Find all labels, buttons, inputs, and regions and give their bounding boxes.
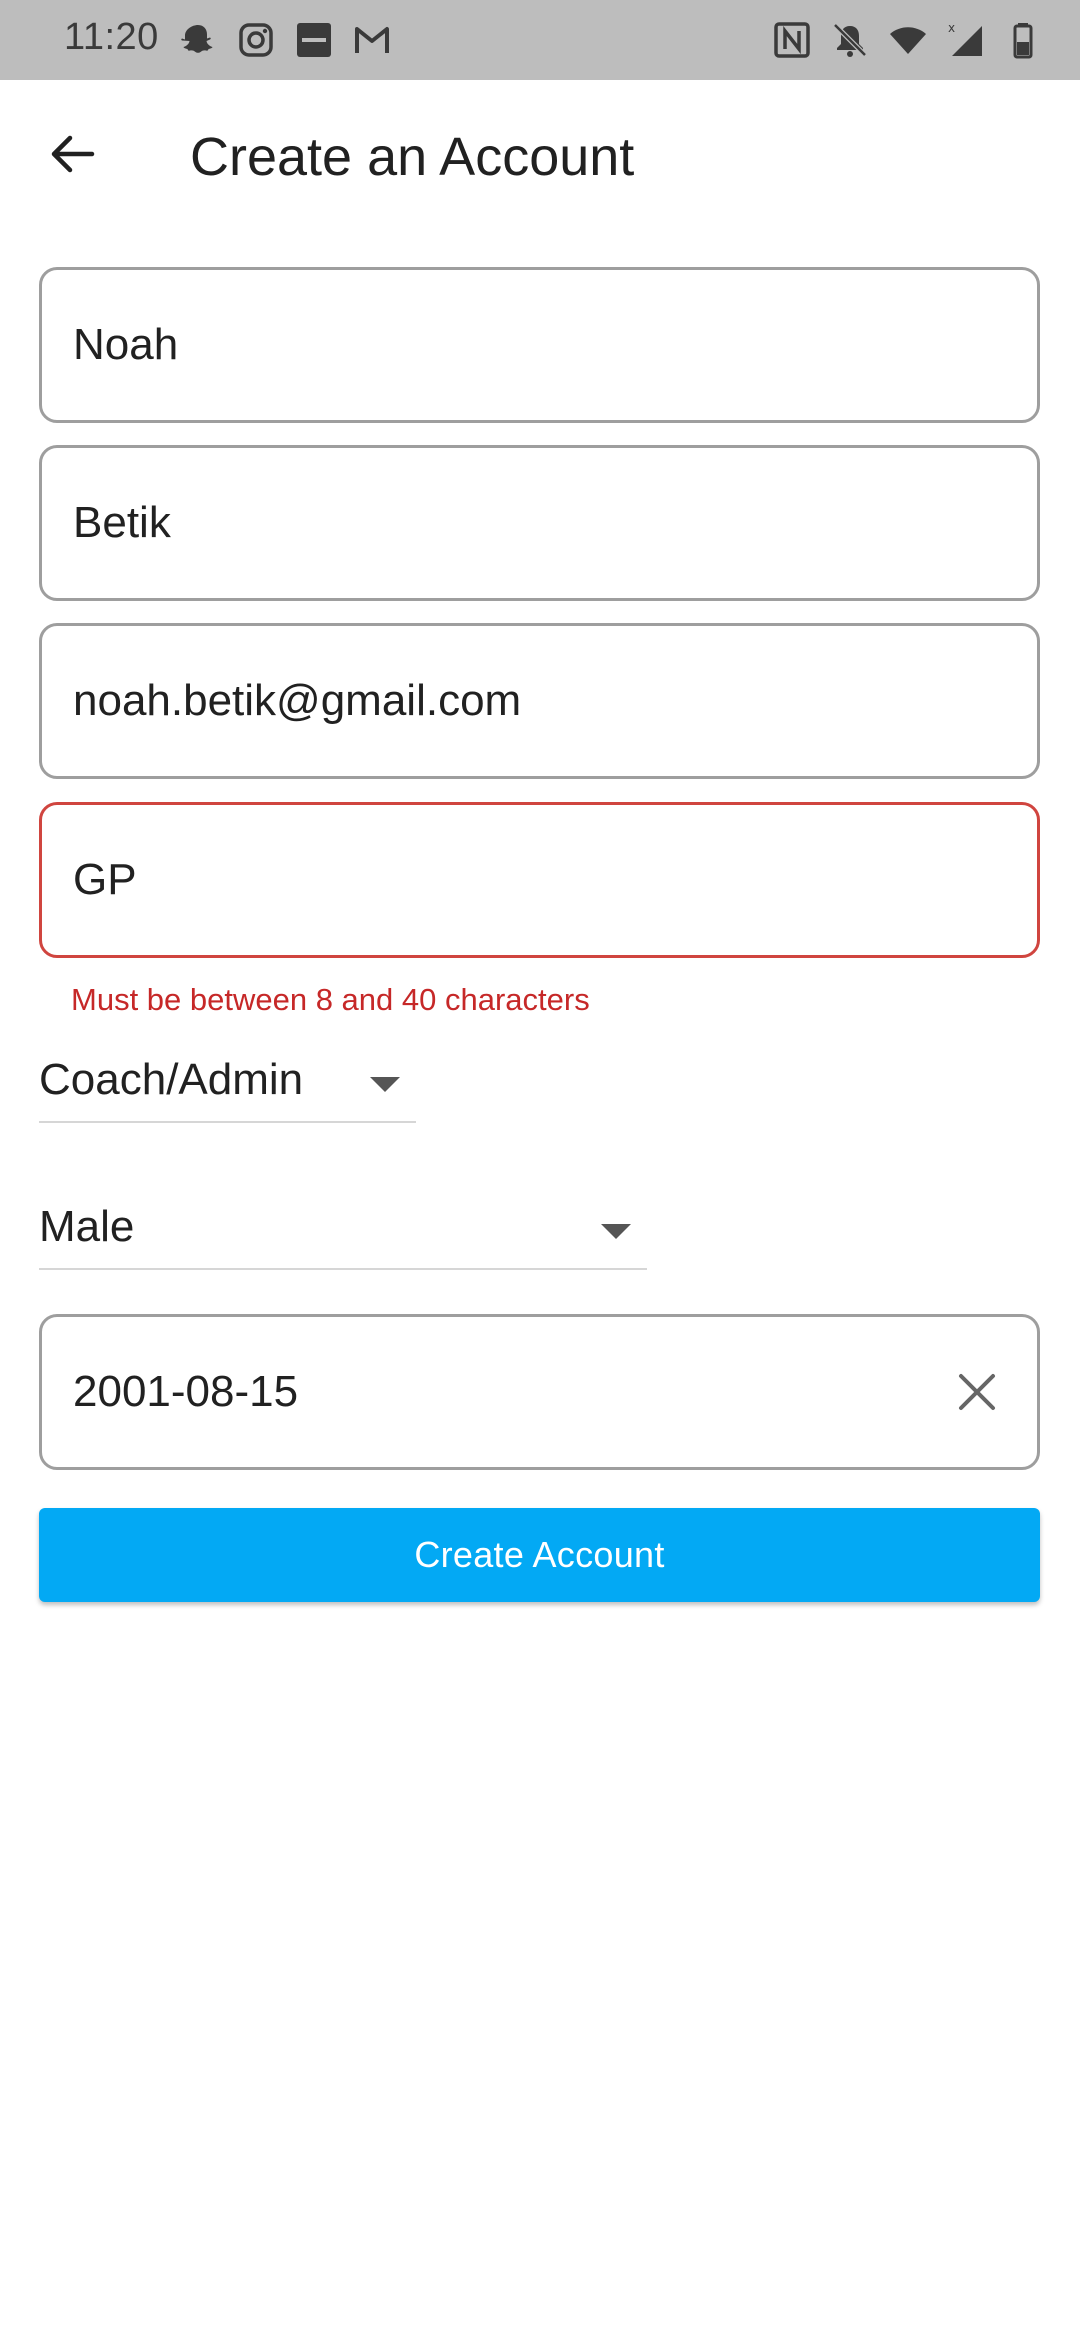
signal-icon: x: [946, 20, 986, 60]
tsn-icon: [294, 20, 334, 60]
page-title: Create an Account: [190, 127, 635, 187]
nfc-icon: [772, 20, 812, 60]
gender-select[interactable]: Male: [39, 1192, 647, 1270]
birthdate-value: 2001-08-15: [73, 1367, 299, 1416]
last-name-field[interactable]: Betik: [39, 445, 1040, 601]
dropdown-arrow-icon: [370, 1077, 400, 1092]
role-select[interactable]: Coach/Admin: [39, 1045, 416, 1123]
battery-icon: [1004, 20, 1044, 60]
instagram-icon: [236, 20, 276, 60]
role-select-value: Coach/Admin: [39, 1055, 304, 1104]
snapchat-icon: [178, 20, 218, 60]
wifi-icon: [888, 20, 928, 60]
create-account-button[interactable]: Create Account: [39, 1508, 1040, 1602]
create-account-button-label: Create Account: [414, 1534, 665, 1575]
arrow-back-icon: [46, 128, 98, 185]
status-time: 11:20: [64, 16, 159, 58]
status-bar: 11:20 x: [0, 0, 1080, 80]
first-name-field[interactable]: Noah: [39, 267, 1040, 423]
birthdate-field[interactable]: 2001-08-15: [39, 1314, 1040, 1470]
password-field[interactable]: GP: [39, 802, 1040, 958]
dropdown-arrow-icon: [601, 1224, 631, 1239]
email-field[interactable]: noah.betik@gmail.com: [39, 623, 1040, 779]
gmail-icon: [352, 20, 392, 60]
email-value: noah.betik@gmail.com: [73, 676, 522, 725]
app-bar: Create an Account: [0, 80, 1080, 230]
status-system-icons: x: [772, 18, 1044, 62]
first-name-value: Noah: [73, 320, 179, 369]
password-value: GP: [73, 855, 137, 904]
last-name-value: Betik: [73, 498, 171, 547]
gender-select-value: Male: [39, 1202, 135, 1251]
close-icon[interactable]: [953, 1368, 1001, 1416]
notifications-off-icon: [830, 20, 870, 60]
password-error-message: Must be between 8 and 40 characters: [71, 982, 590, 1017]
back-button[interactable]: [36, 120, 108, 192]
svg-text:x: x: [948, 21, 955, 35]
status-notification-icons: [178, 18, 392, 62]
